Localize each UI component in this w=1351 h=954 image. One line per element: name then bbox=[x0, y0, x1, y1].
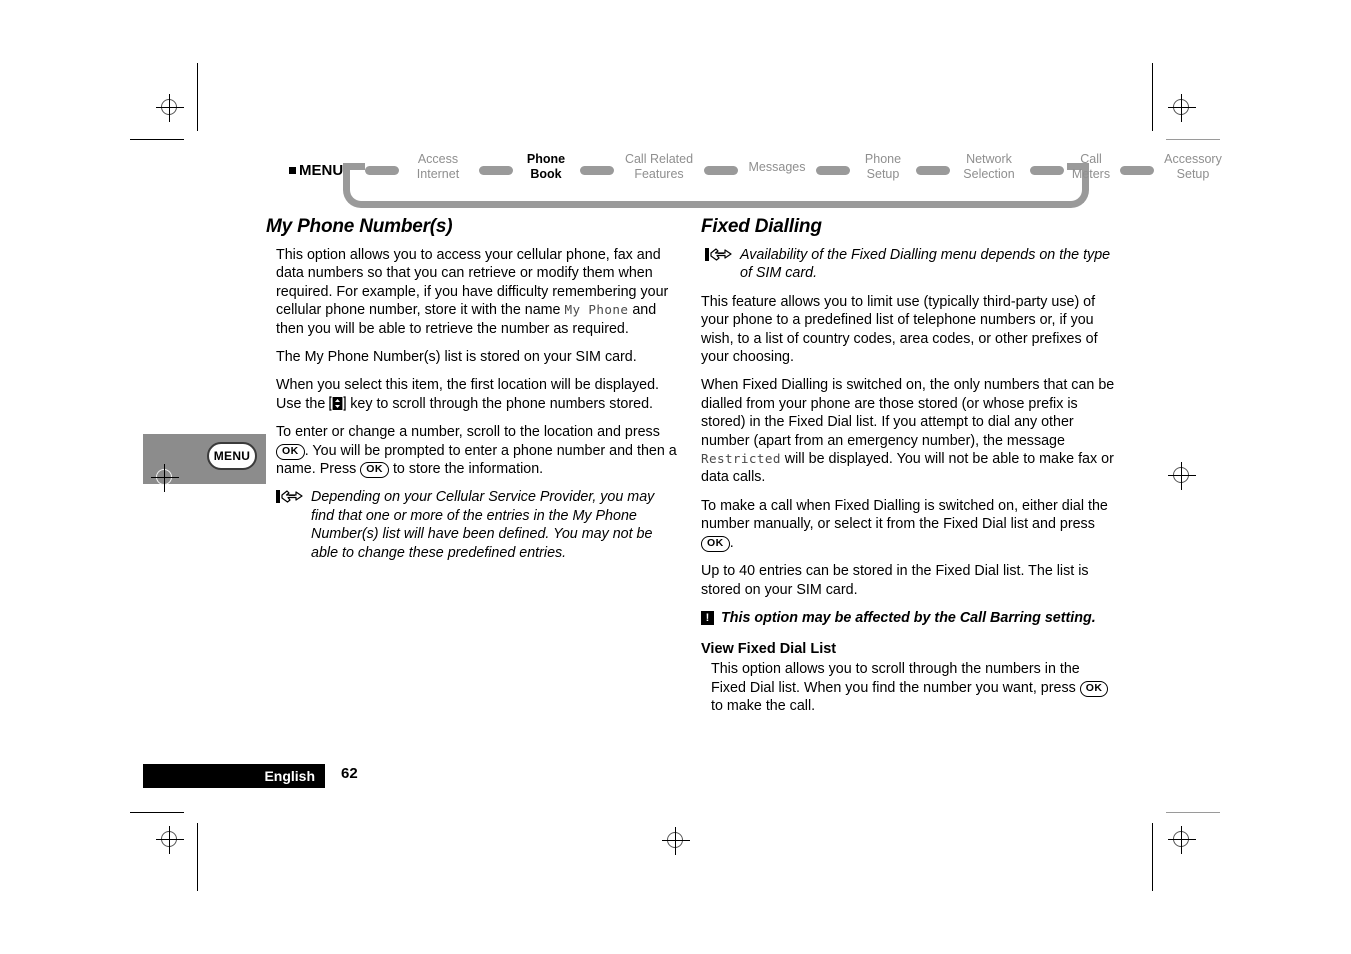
menu-bullet-icon bbox=[289, 167, 296, 174]
pointing-hand-icon bbox=[705, 247, 736, 263]
registration-mark-right-middle bbox=[1168, 462, 1196, 490]
breadcrumb-connector-6 bbox=[1030, 166, 1064, 175]
menu-tab-label: MENU bbox=[213, 449, 251, 463]
note-sim-card-availability: Availability of the Fixed Dialling menu … bbox=[705, 246, 1115, 283]
crop-line-bottom-right-vertical bbox=[1152, 823, 1153, 891]
ok-key-icon: OK bbox=[701, 535, 730, 552]
scroll-key-icon bbox=[329, 396, 346, 411]
ok-key-icon: OK bbox=[1079, 680, 1109, 697]
page-number: 62 bbox=[341, 765, 358, 782]
subsection-title-view-fixed-dial-list: View Fixed Dial List bbox=[701, 641, 837, 658]
paragraph-view-fixed-dial-list: This option allows you to scroll through… bbox=[711, 660, 1115, 715]
note-predefined-entries: Depending on your Cellular Service Provi… bbox=[276, 488, 680, 562]
lcd-text-my-phone: My Phone bbox=[564, 302, 629, 318]
crop-line-top-left-vertical bbox=[197, 63, 198, 131]
breadcrumb: MENU Access Internet Phone Book Call Rel… bbox=[289, 150, 1222, 208]
registration-mark-bottom-center bbox=[662, 827, 690, 855]
breadcrumb-connector-2 bbox=[580, 166, 614, 175]
breadcrumb-item-phone-book[interactable]: Phone Book bbox=[515, 152, 577, 182]
breadcrumb-item-network-selection[interactable]: Network Selection bbox=[950, 152, 1028, 182]
breadcrumb-connector-0 bbox=[365, 166, 399, 175]
registration-mark-top-right bbox=[1168, 94, 1196, 122]
registration-mark-bottom-right bbox=[1168, 826, 1196, 854]
breadcrumb-connector-7 bbox=[1120, 166, 1154, 175]
paragraph-scroll-instructions: When you select this item, the first loc… bbox=[276, 377, 660, 412]
breadcrumb-item-messages[interactable]: Messages bbox=[740, 160, 814, 175]
paragraph-fixed-dialling-overview: This feature allows you to limit use (ty… bbox=[701, 293, 1098, 366]
footer-language-bar: English bbox=[143, 764, 325, 788]
paragraph-entry-limit: Up to 40 entries can be stored in the Fi… bbox=[701, 563, 1089, 598]
breadcrumb-connector-1 bbox=[479, 166, 513, 175]
page-title: My Phone Number(s) bbox=[266, 216, 453, 237]
warning-icon: ! bbox=[701, 610, 714, 625]
crop-line-bottom-left-vertical bbox=[197, 823, 198, 891]
menu-tab-pill[interactable]: MENU bbox=[207, 442, 257, 470]
right-column: Fixed Dialling Availability of the Fixed… bbox=[701, 216, 1115, 726]
paragraph-restricted-message: When Fixed Dialling is switched on, the … bbox=[701, 377, 1115, 486]
paragraph-my-phone-intro: This option allows you to access your ce… bbox=[276, 247, 669, 337]
lcd-text-restricted: Restricted bbox=[701, 451, 781, 467]
breadcrumb-item-phone-setup[interactable]: Phone Setup bbox=[852, 152, 914, 182]
breadcrumb-connector-5 bbox=[916, 166, 950, 175]
warning-call-barring: ! This option may be affected by the Call… bbox=[701, 609, 1115, 627]
crop-line-bottom-left-horizontal bbox=[130, 812, 184, 813]
breadcrumb-item-call-related-features[interactable]: Call Related Features bbox=[616, 152, 702, 182]
registration-mark-top-left bbox=[156, 94, 184, 122]
crop-line-top-right-vertical bbox=[1152, 63, 1153, 131]
breadcrumb-item-accessory-setup[interactable]: Accessory Setup bbox=[1154, 152, 1232, 182]
paragraph-sim-storage: The My Phone Number(s) list is stored on… bbox=[276, 349, 637, 366]
breadcrumb-menu-label: MENU bbox=[289, 162, 343, 179]
breadcrumb-track-cap-left bbox=[343, 163, 365, 170]
registration-mark-margin-tab bbox=[151, 464, 179, 492]
footer-language-label: English bbox=[264, 768, 315, 784]
menu-margin-tab: MENU bbox=[143, 434, 266, 492]
breadcrumb-item-access-internet[interactable]: Access Internet bbox=[401, 152, 475, 182]
paragraph-make-a-call: To make a call when Fixed Dialling is sw… bbox=[701, 497, 1108, 552]
section-title-fixed-dialling: Fixed Dialling bbox=[701, 216, 822, 237]
breadcrumb-menu-text: MENU bbox=[299, 162, 344, 179]
left-column: My Phone Number(s) This option allows yo… bbox=[266, 216, 680, 572]
crop-line-top-left-horizontal bbox=[130, 139, 184, 140]
ok-key-icon: OK bbox=[276, 443, 305, 460]
breadcrumb-connector-3 bbox=[704, 166, 738, 175]
crop-line-bottom-right-horizontal bbox=[1166, 812, 1220, 813]
pointing-hand-icon bbox=[276, 489, 307, 505]
breadcrumb-connector-4 bbox=[816, 166, 850, 175]
ok-key-icon: OK bbox=[360, 462, 389, 479]
breadcrumb-item-call-meters[interactable]: Call Meters bbox=[1064, 152, 1118, 182]
paragraph-enter-number: To enter or change a number, scroll to t… bbox=[276, 424, 677, 479]
crop-line-top-right-horizontal bbox=[1166, 139, 1220, 140]
registration-mark-bottom-left bbox=[156, 826, 184, 854]
